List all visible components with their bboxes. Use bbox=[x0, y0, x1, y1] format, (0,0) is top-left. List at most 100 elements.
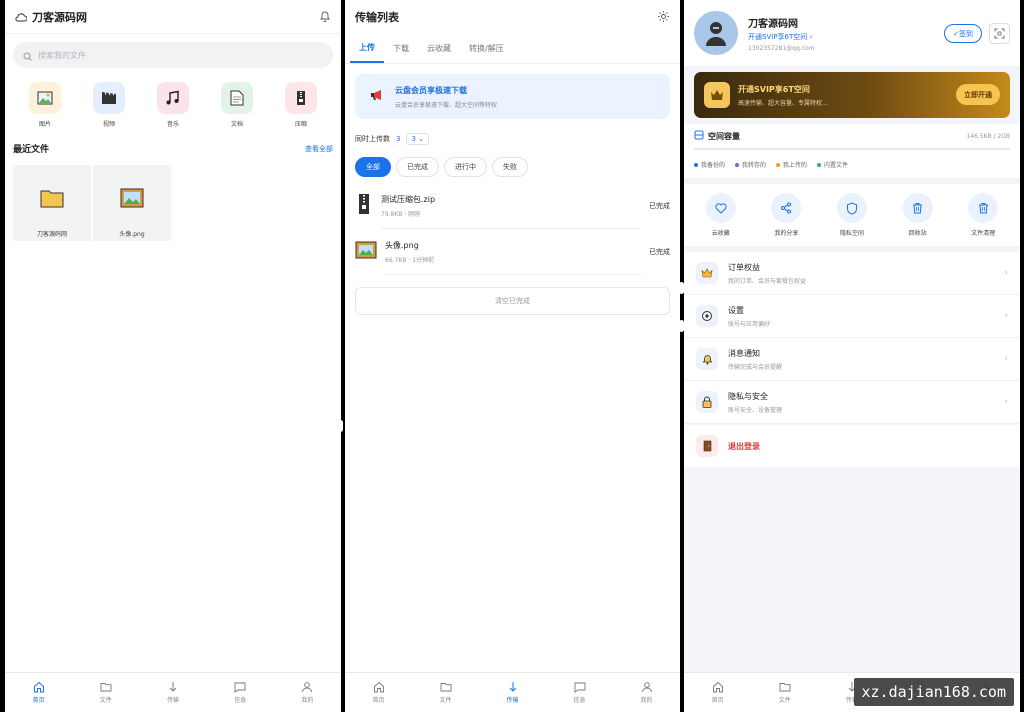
transfer-status: 已完成 bbox=[649, 248, 670, 256]
search-bar[interactable] bbox=[13, 42, 333, 68]
concurrent-value: 3 bbox=[396, 135, 401, 143]
status-filters: 全部 已完成 进行中 失败 bbox=[345, 157, 680, 177]
bell-icon bbox=[696, 348, 718, 370]
legend-label: 我转存的 bbox=[742, 162, 767, 169]
quick-file-cleanup[interactable]: 文件清理 bbox=[957, 193, 1009, 237]
concurrent-select[interactable]: 3 ⌄ bbox=[406, 133, 430, 145]
chevron-right-icon: › bbox=[1004, 397, 1008, 407]
storage-progress-bar bbox=[694, 148, 1010, 150]
quick-my-shares[interactable]: 我的分享 bbox=[760, 193, 812, 237]
quick-private-space[interactable]: 隐私空间 bbox=[826, 193, 878, 237]
filter-completed[interactable]: 已完成 bbox=[396, 157, 439, 177]
vip-upgrade-link[interactable]: 开通SVIP享6T空间 › bbox=[748, 32, 815, 42]
transfer-item[interactable]: 测试压缩包.zip 79.8KB · 刚刚 已完成 bbox=[345, 183, 680, 229]
category-row: 图片 视频 音乐 文档 压缩 bbox=[5, 82, 341, 128]
heart-icon bbox=[705, 193, 736, 223]
category-videos[interactable]: 视频 bbox=[89, 82, 129, 128]
watermark: xz.dajian168.com bbox=[853, 678, 1014, 706]
nav-home[interactable]: 首页 bbox=[684, 673, 751, 712]
home-header: 刀客源码网 bbox=[5, 0, 341, 34]
file-name: 刀客源码网 bbox=[36, 231, 67, 238]
chevron-right-icon: › bbox=[1004, 354, 1008, 364]
menu-title: 设置 bbox=[728, 305, 744, 315]
filter-all[interactable]: 全部 bbox=[355, 157, 391, 177]
divider-handle bbox=[679, 320, 684, 332]
legend-item: 我转存的 bbox=[735, 160, 766, 169]
crown-icon bbox=[704, 82, 730, 108]
avatar[interactable] bbox=[694, 11, 738, 55]
category-archives[interactable]: 压缩 bbox=[281, 82, 321, 128]
nav-messages[interactable]: 信息 bbox=[546, 673, 613, 712]
nav-transfer[interactable]: 传输 bbox=[479, 673, 546, 712]
nav-label: 信息 bbox=[234, 697, 247, 704]
concurrent-select-value: 3 bbox=[411, 135, 416, 143]
transfer-tabs: 上传 下载 云收藏 转换/解压 bbox=[345, 34, 680, 64]
tab-download[interactable]: 下载 bbox=[384, 34, 418, 63]
recent-file-item[interactable]: 刀客源码网 bbox=[13, 165, 91, 241]
lock-icon bbox=[696, 391, 718, 413]
open-svip-button[interactable]: 立即开通 bbox=[956, 84, 1000, 105]
nav-me[interactable]: 我的 bbox=[613, 673, 680, 712]
quick-label: 回收站 bbox=[908, 230, 927, 237]
nav-messages[interactable]: 信息 bbox=[207, 673, 274, 712]
vip-promo-banner[interactable]: 云盘会员享极速下载 云盘会员享极速下载、超大空间等特权 bbox=[355, 74, 670, 119]
menu-privacy-security[interactable]: 隐私与安全 账号安全、设备管理 › bbox=[684, 381, 1020, 424]
category-label: 图片 bbox=[38, 121, 51, 128]
nav-files[interactable]: 文件 bbox=[72, 673, 139, 712]
bottom-nav: 首页 文件 传输 信息 我的 bbox=[345, 672, 680, 712]
filter-in-progress[interactable]: 进行中 bbox=[444, 157, 487, 177]
recent-files-title: 最近文件 bbox=[13, 145, 50, 155]
nav-files[interactable]: 文件 bbox=[412, 673, 479, 712]
tab-upload[interactable]: 上传 bbox=[350, 34, 384, 63]
checkin-button[interactable]: ✓签到 bbox=[944, 24, 982, 43]
nav-me[interactable]: 我的 bbox=[274, 673, 341, 712]
archive-icon bbox=[285, 82, 317, 114]
folder-icon bbox=[40, 165, 64, 231]
settings-menu: 订单权益我的订单、会员与套餐包权益 › 设置账号与应用偏好 › 消息通知 传输完成… bbox=[684, 252, 1020, 424]
legend-dot bbox=[694, 162, 698, 167]
logout-row[interactable]: 退出登录 bbox=[684, 425, 1020, 467]
concurrent-label: 同时上传数 bbox=[355, 135, 390, 143]
bell-icon[interactable] bbox=[319, 7, 331, 26]
clear-completed-button[interactable]: 清空已完成 bbox=[355, 287, 670, 315]
menu-subtitle: 我的订单、会员与套餐包权益 bbox=[728, 277, 807, 285]
view-all-link[interactable]: 查看全部 bbox=[305, 144, 333, 154]
tab-cloud-favorites[interactable]: 云收藏 bbox=[418, 34, 460, 63]
category-documents[interactable]: 文档 bbox=[217, 82, 257, 128]
divider-handle bbox=[338, 420, 343, 432]
quick-cloud-favorites[interactable]: 云收藏 bbox=[695, 193, 747, 237]
logout-button[interactable]: 退出登录 bbox=[728, 441, 760, 452]
svip-banner[interactable]: 开通SVIP享6T空间 高速传输、超大容量、专属特权... 立即开通 bbox=[694, 72, 1010, 118]
nav-transfer[interactable]: 传输 bbox=[139, 673, 206, 712]
archive-icon bbox=[355, 193, 373, 219]
tab-convert-extract[interactable]: 转换/解压 bbox=[460, 34, 513, 63]
promo-subtitle: 云盘会员享极速下载、超大空间等特权 bbox=[395, 101, 498, 109]
user-icon bbox=[302, 682, 313, 693]
category-music[interactable]: 音乐 bbox=[153, 82, 193, 128]
menu-notifications[interactable]: 消息通知 传输完成与会员提醒 › bbox=[684, 338, 1020, 381]
filter-failed[interactable]: 失败 bbox=[492, 157, 528, 177]
category-images[interactable]: 图片 bbox=[25, 82, 65, 128]
menu-title: 隐私与安全 bbox=[728, 391, 768, 401]
legend-label: 我上传的 bbox=[783, 162, 808, 169]
nav-label: 我的 bbox=[640, 697, 653, 704]
menu-orders[interactable]: 订单权益 我的订单、会员与套餐包权益 › bbox=[684, 252, 1020, 295]
menu-subtitle: 账号与应用偏好 bbox=[728, 320, 771, 328]
menu-title: 订单权益 bbox=[728, 262, 760, 272]
bottom-nav: 首页 文件 传输 信息 我的 bbox=[5, 672, 341, 712]
gear-icon[interactable] bbox=[657, 8, 670, 27]
recent-file-item[interactable]: 头像.png bbox=[93, 165, 171, 241]
search-input[interactable] bbox=[38, 50, 278, 60]
scan-icon[interactable] bbox=[989, 23, 1010, 44]
gear-icon bbox=[696, 305, 718, 327]
storage-legend: 我备份的 我转存的 我上传的 内置文件 bbox=[694, 160, 1010, 169]
download-arrow-icon bbox=[509, 682, 516, 692]
menu-settings[interactable]: 设置 账号与应用偏好 › bbox=[684, 295, 1020, 338]
nav-home[interactable]: 首页 bbox=[345, 673, 412, 712]
transfer-item[interactable]: 头像.png 66.7KB · 1分钟前 已完成 bbox=[345, 229, 680, 275]
nav-files[interactable]: 文件 bbox=[751, 673, 818, 712]
quick-recycle-bin[interactable]: 回收站 bbox=[892, 193, 944, 237]
home-icon bbox=[33, 681, 44, 693]
search-icon bbox=[23, 46, 32, 65]
nav-home[interactable]: 首页 bbox=[5, 673, 72, 712]
